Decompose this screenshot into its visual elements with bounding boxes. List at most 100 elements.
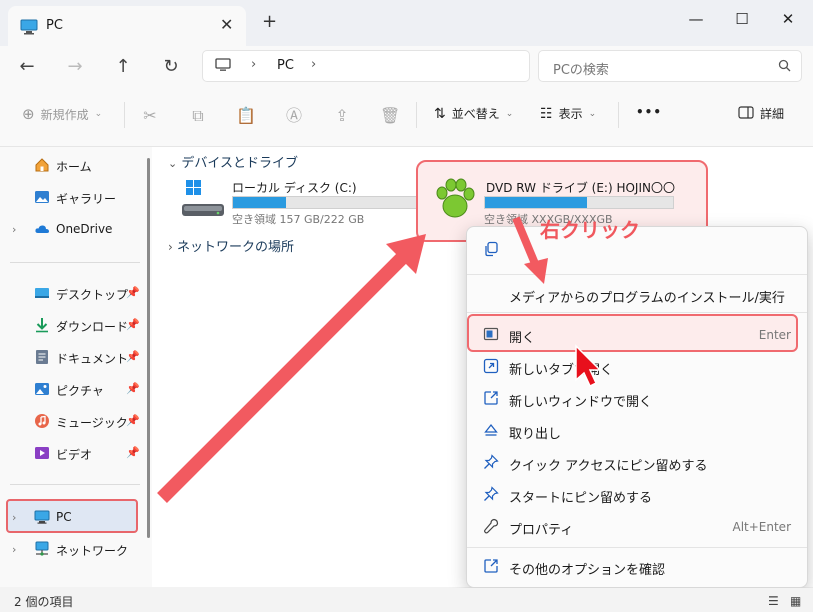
sidebar-item-pc[interactable]: › PC — [0, 502, 140, 532]
new-tab-icon — [483, 358, 499, 374]
details-button[interactable]: 詳細 — [738, 105, 784, 122]
paste-icon[interactable]: 📋 — [236, 106, 256, 126]
menu-item-pin-start[interactable]: スタートにピン留めする — [467, 479, 807, 509]
menu-item-label: 新しいタブで開く — [509, 363, 614, 378]
sidebar-item-onedrive[interactable]: › OneDrive — [0, 214, 140, 244]
details-label: 詳細 — [760, 107, 785, 121]
command-bar: ⊕ 新規作成 ⌄ ✂ ⧉ 📋 Ⓐ ⇪ 🗑 ⇅ 並べ替え ⌄ ☷ 表示 ⌄ •••… — [0, 86, 813, 147]
share-icon[interactable]: ⇪ — [332, 106, 352, 126]
group-header-label: ネットワークの場所 — [176, 240, 294, 255]
chevron-down-icon: ⌄ — [588, 108, 597, 119]
gallery-icon — [34, 189, 50, 205]
menu-item-label: その他のオプションを確認 — [509, 563, 666, 578]
sort-button[interactable]: ⇅ 並べ替え ⌄ — [434, 105, 513, 122]
more-options-button[interactable]: ••• — [636, 105, 662, 119]
pin-icon[interactable]: 📌 — [126, 382, 140, 395]
sort-label: 並べ替え — [451, 107, 500, 121]
document-icon — [34, 349, 50, 365]
sidebar-divider — [10, 262, 140, 263]
chevron-right-icon[interactable]: › — [12, 543, 16, 556]
delete-icon[interactable]: 🗑 — [380, 106, 400, 126]
pin-icon[interactable]: 📌 — [126, 318, 140, 331]
address-bar[interactable]: › PC › — [202, 50, 530, 82]
menu-item-install-from-media[interactable]: メディアからのプログラムのインストール/実行 — [467, 279, 807, 309]
sidebar-item-videos[interactable]: ビデオ 📌 — [0, 438, 140, 468]
rename-icon[interactable]: Ⓐ — [284, 106, 304, 126]
chevron-right-icon: › — [168, 240, 173, 254]
menu-item-open[interactable]: 開く Enter — [467, 319, 807, 349]
chevron-right-icon[interactable]: › — [12, 223, 16, 236]
desktop-icon — [34, 285, 50, 301]
sort-icon: ⇅ — [434, 105, 446, 122]
up-button[interactable]: ↑ — [108, 52, 138, 82]
menu-item-eject[interactable]: 取り出し — [467, 415, 807, 445]
tab-close-icon[interactable]: ✕ — [220, 15, 233, 34]
back-button[interactable]: ← — [12, 52, 42, 82]
sidebar-item-network[interactable]: › ネットワーク — [0, 534, 140, 564]
menu-separator — [467, 312, 807, 313]
pin-icon[interactable]: 📌 — [126, 446, 140, 459]
new-window-icon — [483, 390, 499, 406]
details-pane-icon — [738, 105, 754, 122]
sidebar-item-label: デスクトップ — [56, 288, 129, 302]
drive-name: ローカル ディスク (C:) — [232, 181, 357, 195]
sidebar-item-label: PC — [56, 510, 72, 524]
menu-item-properties[interactable]: プロパティ Alt+Enter — [467, 511, 807, 541]
sidebar-item-downloads[interactable]: ダウンロード 📌 — [0, 310, 140, 340]
view-label: 表示 — [558, 107, 583, 121]
chevron-down-icon: ⌄ — [94, 109, 103, 119]
toolbar-divider — [124, 102, 125, 128]
tiles-view-icon[interactable]: ▦ — [790, 594, 801, 608]
details-view-icon[interactable]: ☰ — [768, 594, 779, 608]
group-header-network[interactable]: › ネットワークの場所 — [168, 236, 294, 255]
sidebar-item-gallery[interactable]: ギャラリー — [0, 182, 140, 212]
menu-item-label: 開く — [509, 331, 536, 346]
menu-item-open-new-window[interactable]: 新しいウィンドウで開く — [467, 383, 807, 413]
pin-icon[interactable]: 📌 — [126, 414, 140, 427]
home-icon — [34, 157, 50, 173]
menu-item-open-new-tab[interactable]: 新しいタブで開く — [467, 351, 807, 381]
menu-item-more-options[interactable]: その他のオプションを確認 — [467, 551, 807, 581]
breadcrumb-pc[interactable]: PC — [277, 58, 294, 73]
sidebar-item-pictures[interactable]: ピクチャ 📌 — [0, 374, 140, 404]
breadcrumb-chevron-icon[interactable]: › — [311, 57, 316, 72]
group-header-devices[interactable]: ⌄ デバイスとドライブ — [168, 152, 298, 171]
context-menu: メディアからのプログラムのインストール/実行 開く Enter 新しいタブで開く… — [466, 226, 808, 588]
pin-icon[interactable]: 📌 — [126, 350, 140, 363]
toolbar-divider — [416, 102, 417, 128]
chevron-right-icon[interactable]: › — [12, 511, 16, 524]
view-icon: ☷ — [540, 105, 553, 122]
refresh-button[interactable]: ↻ — [156, 52, 186, 82]
drive-free-space: 空き領域 157 GB/222 GB — [232, 213, 365, 226]
drive-c[interactable]: ローカル ディスク (C:) 空き領域 157 GB/222 GB — [178, 176, 418, 228]
copy-icon[interactable] — [483, 241, 499, 260]
menu-item-label: クイック アクセスにピン留めする — [509, 459, 708, 474]
cut-icon[interactable]: ✂ — [140, 106, 160, 126]
sidebar-item-desktop[interactable]: デスクトップ 📌 — [0, 278, 140, 308]
sidebar-item-label: OneDrive — [56, 222, 113, 236]
right-click-callout: 右クリック — [540, 218, 640, 242]
pin-icon[interactable]: 📌 — [126, 286, 140, 299]
new-button[interactable]: ⊕ 新規作成 ⌄ — [22, 105, 102, 123]
network-icon — [34, 541, 50, 557]
view-button[interactable]: ☷ 表示 ⌄ — [540, 105, 596, 122]
minimize-button[interactable]: — — [676, 6, 716, 32]
maximize-button[interactable]: ☐ — [722, 6, 762, 32]
close-button[interactable]: ✕ — [768, 6, 808, 32]
menu-item-shortcut: Enter — [758, 328, 791, 342]
pin-icon — [483, 454, 499, 470]
new-tab-button[interactable]: + — [262, 13, 277, 31]
forward-button[interactable]: → — [60, 52, 90, 82]
menu-item-shortcut: Alt+Enter — [732, 520, 791, 534]
tab-pc[interactable]: PC ✕ — [8, 6, 246, 46]
copy-icon[interactable]: ⧉ — [188, 106, 208, 126]
sidebar-item-home[interactable]: ホーム — [0, 150, 140, 180]
menu-item-label: 新しいウィンドウで開く — [509, 395, 653, 410]
search-input[interactable]: PCの検索 — [538, 50, 802, 82]
wrench-icon — [483, 518, 499, 534]
menu-item-pin-quick-access[interactable]: クイック アクセスにピン留めする — [467, 447, 807, 477]
sidebar-item-music[interactable]: ミュージック 📌 — [0, 406, 140, 436]
item-count: 2 個の項目 — [14, 595, 74, 609]
sidebar-item-documents[interactable]: ドキュメント 📌 — [0, 342, 140, 372]
sidebar-scrollbar[interactable] — [147, 158, 150, 538]
